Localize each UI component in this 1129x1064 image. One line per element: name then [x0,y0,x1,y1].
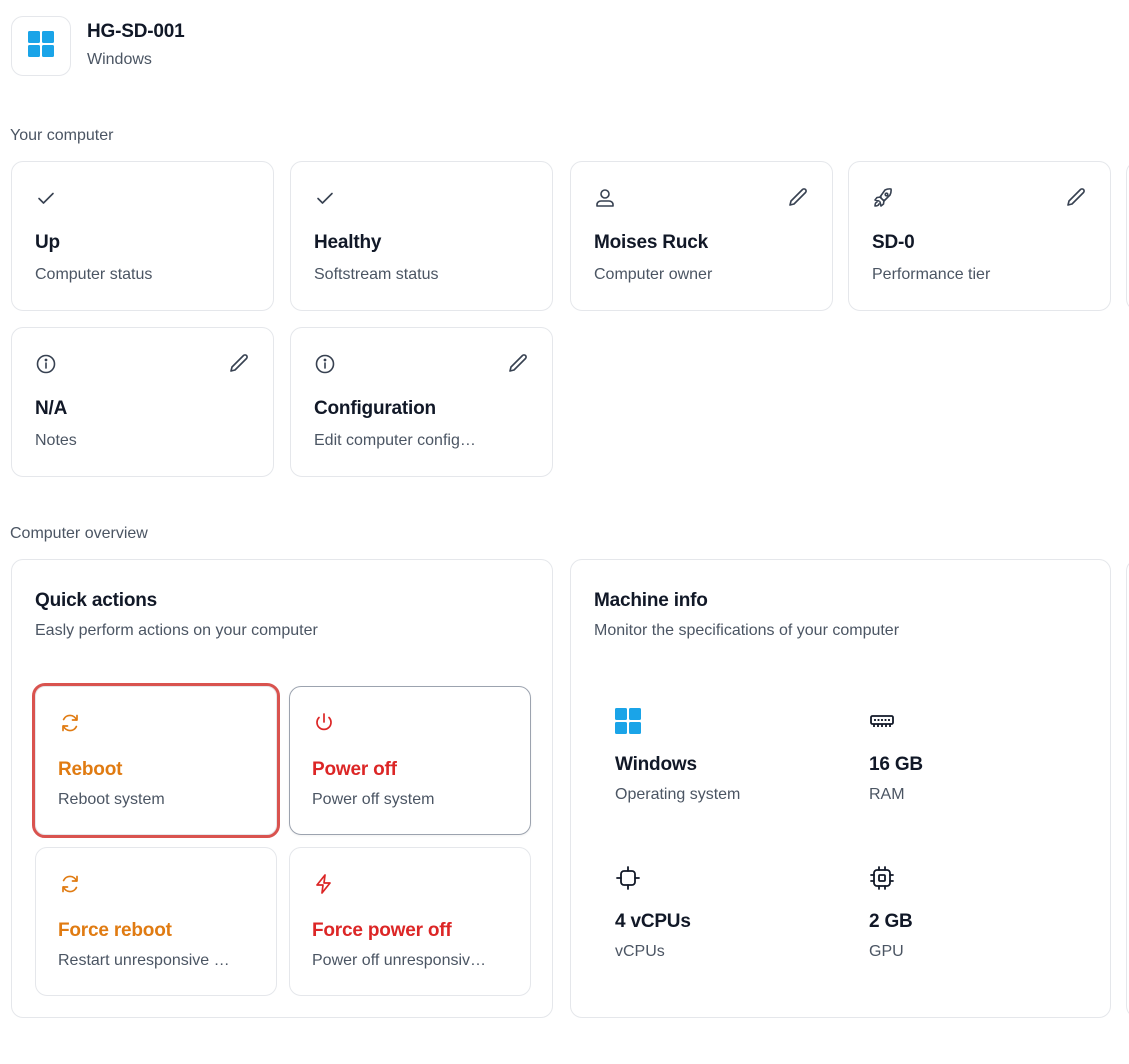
spec-vcpus: 4 vCPUs vCPUs [615,865,835,985]
status-card-notes: N/A Notes [11,327,274,477]
os-badge [11,16,71,76]
spec-gpu: 2 GB GPU [869,865,1089,985]
status-card-value: N/A [35,398,68,419]
status-card-label: Computer status [35,266,153,283]
lightning-icon [312,872,336,896]
status-card-label: Computer owner [594,266,713,283]
quick-actions-panel: Quick actions Easly perform actions on y… [11,559,553,1018]
spec-label: RAM [869,786,905,803]
spec-label: Operating system [615,786,741,803]
quick-actions-title: Quick actions [35,590,157,611]
spec-value: 4 vCPUs [615,911,691,932]
status-card-value: Moises Ruck [594,232,708,253]
status-card-value: SD-0 [872,232,915,253]
status-card-performance-tier: SD-0 Performance tier [848,161,1111,311]
spec-label: vCPUs [615,943,665,960]
edit-configuration-pencil-icon[interactable] [506,352,530,376]
spec-value: 2 GB [869,911,913,932]
action-subtitle: Power off system [312,791,435,808]
spec-operating-system: Windows Operating system [615,708,835,828]
windows-logo-icon [615,708,641,734]
check-icon [313,186,337,210]
refresh-icon [58,711,82,735]
status-card-computer-owner: Moises Ruck Computer owner [570,161,833,311]
cpu-icon [615,865,641,891]
edit-owner-pencil-icon[interactable] [786,186,810,210]
computer-name: HG-SD-001 [87,21,185,42]
action-title: Force reboot [58,920,172,941]
action-title: Force power off [312,920,452,941]
refresh-icon [58,872,82,896]
status-card-label: Performance tier [872,266,991,283]
computer-os: Windows [87,51,152,68]
spec-ram: 16 GB RAM [869,708,1089,828]
action-subtitle: Reboot system [58,791,165,808]
memory-icon [869,708,895,734]
machine-info-panel: Machine info Monitor the specifications … [570,559,1111,1018]
force-power-off-button[interactable]: Force power off Power off unresponsiv… [289,847,531,996]
windows-logo-icon [28,30,54,62]
power-off-button[interactable]: Power off Power off system [289,686,531,835]
check-icon [34,186,58,210]
gpu-icon [869,865,895,891]
rocket-icon [871,186,895,210]
reboot-button[interactable]: Reboot Reboot system [32,683,280,838]
edit-tier-pencil-icon[interactable] [1064,186,1088,210]
status-card-label: Notes [35,432,77,449]
status-card-value: Configuration [314,398,436,419]
status-card-softstream-status: Healthy Softstream status [290,161,553,311]
section-label-overview: Computer overview [10,525,148,542]
quick-actions-subtitle: Easly perform actions on your computer [35,622,318,639]
status-card-computer-status: Up Computer status [11,161,274,311]
status-card-configuration: Configuration Edit computer config… [290,327,553,477]
machine-info-title: Machine info [594,590,708,611]
computer-header: HG-SD-001 Windows [11,16,185,76]
status-card-label: Edit computer config… [314,432,476,449]
power-icon [312,711,336,735]
action-title: Power off [312,759,397,780]
info-icon [34,352,58,376]
spec-value: Windows [615,754,697,775]
action-subtitle: Restart unresponsive … [58,952,230,969]
status-card-value: Up [35,232,60,253]
section-label-your-computer: Your computer [10,127,114,144]
edit-notes-pencil-icon[interactable] [227,352,251,376]
action-subtitle: Power off unresponsiv… [312,952,487,969]
spec-label: GPU [869,943,904,960]
machine-info-subtitle: Monitor the specifications of your compu… [594,622,900,639]
user-icon [593,186,617,210]
action-title: Reboot [58,759,123,780]
force-reboot-button[interactable]: Force reboot Restart unresponsive … [35,847,277,996]
spec-value: 16 GB [869,754,923,775]
info-icon [313,352,337,376]
status-card-label: Softstream status [314,266,439,283]
status-card-value: Healthy [314,232,382,253]
